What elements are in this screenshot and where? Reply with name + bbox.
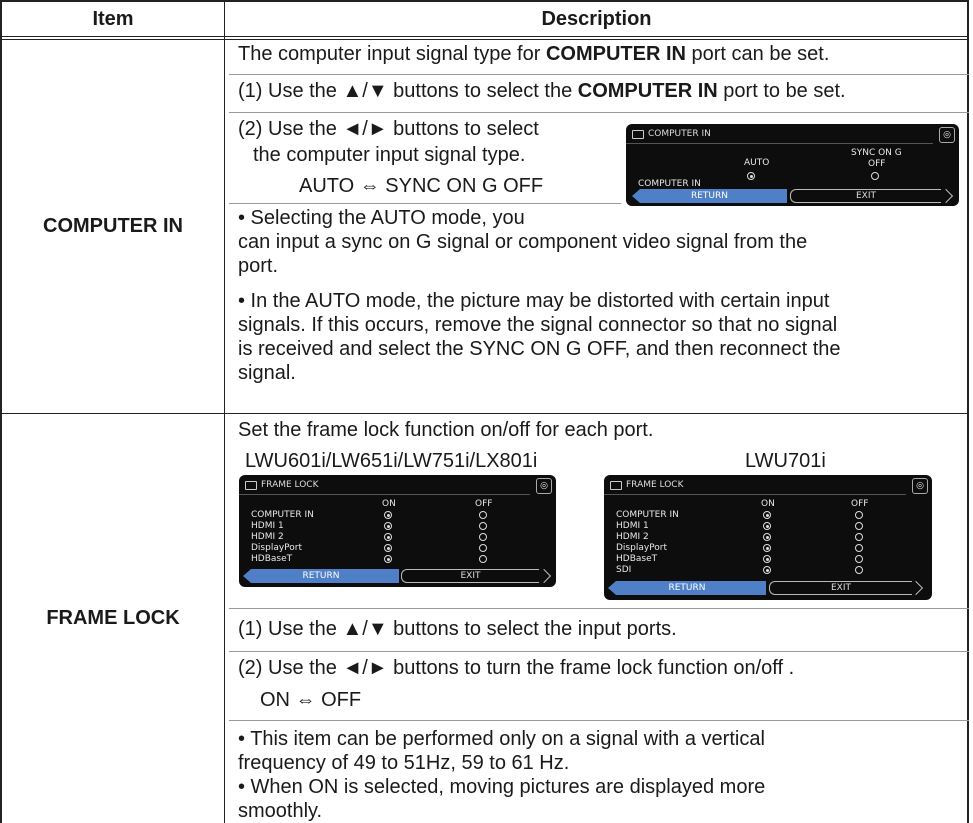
osd-port-label: HDBaseT bbox=[251, 554, 293, 564]
exit-arrow-icon bbox=[938, 188, 954, 204]
radio-off[interactable] bbox=[855, 511, 863, 519]
radio-off[interactable] bbox=[479, 555, 487, 563]
osd-col-auto: AUTO bbox=[744, 158, 770, 168]
osd-port-label: HDBaseT bbox=[616, 554, 658, 564]
frame-lock-step-2: (2) Use the ◄/► buttons to turn the fram… bbox=[238, 657, 795, 679]
monitor-icon bbox=[632, 129, 644, 139]
osd-col-off: OFF bbox=[851, 499, 869, 509]
radio-on[interactable] bbox=[763, 555, 771, 563]
exit-button[interactable]: EXIT bbox=[401, 569, 539, 583]
computer-in-note-2-line-1: • In the AUTO mode, the picture may be d… bbox=[238, 290, 830, 312]
separator bbox=[229, 112, 969, 113]
frame-lock-note-1-line-2: frequency of 49 to 51Hz, 59 to 61 Hz. bbox=[238, 752, 570, 774]
model-left-label: LWU601i/LW651i/LW751i/LX801i bbox=[245, 450, 538, 472]
radio-off[interactable] bbox=[855, 533, 863, 541]
computer-in-note-1-line-3: port. bbox=[238, 255, 279, 277]
radio-off[interactable] bbox=[855, 522, 863, 530]
computer-in-note-2-line-3: is received and select the SYNC ON G OFF… bbox=[238, 338, 841, 360]
osd-menu-icon: ◎ bbox=[912, 478, 928, 494]
computer-in-options: AUTO ⇔ SYNC ON G OFF bbox=[299, 175, 544, 197]
osd-col-on: ON bbox=[761, 499, 775, 509]
separator bbox=[229, 608, 969, 609]
exit-arrow-icon bbox=[536, 568, 552, 584]
osd-title: COMPUTER IN bbox=[648, 129, 711, 139]
radio-on[interactable] bbox=[763, 566, 771, 574]
frame-lock-step-1: (1) Use the ▲/▼ buttons to select the in… bbox=[238, 618, 677, 640]
radio-on[interactable] bbox=[384, 544, 392, 552]
osd-col-on: ON bbox=[382, 499, 396, 509]
osd-port-label: SDI bbox=[616, 565, 632, 575]
monitor-icon bbox=[610, 480, 622, 490]
radio-on[interactable] bbox=[384, 511, 392, 519]
radio-on[interactable] bbox=[384, 533, 392, 541]
manual-page: Item Description COMPUTER IN FRAME LOCK … bbox=[0, 0, 973, 823]
frame-lock-intro: Set the frame lock function on/off for e… bbox=[238, 419, 654, 441]
osd-col-off: OFF bbox=[475, 499, 493, 509]
osd-title: FRAME LOCK bbox=[626, 480, 684, 490]
osd-port-label: HDMI 2 bbox=[616, 532, 649, 542]
computer-in-note-1-line-1: • Selecting the AUTO mode, you bbox=[238, 207, 525, 229]
radio-off[interactable] bbox=[479, 544, 487, 552]
computer-in-intro: The computer input signal type for COMPU… bbox=[238, 43, 830, 65]
osd-frame-lock-right: FRAME LOCK ◎ ON OFF COMPUTER IN HDMI 1 H… bbox=[604, 475, 932, 600]
header-item: Item bbox=[92, 7, 134, 30]
computer-in-note-2-line-4: signal. bbox=[238, 362, 296, 384]
radio-off[interactable] bbox=[479, 511, 487, 519]
osd-port-label: DisplayPort bbox=[616, 543, 668, 553]
osd-col-sync-line-1: SYNC ON G bbox=[851, 148, 902, 158]
computer-in-step-2-line-1: (2) Use the ◄/► buttons to select bbox=[238, 118, 539, 140]
radio-off[interactable] bbox=[855, 566, 863, 574]
frame-lock-note-1-line-1: • This item can be performed only on a s… bbox=[238, 728, 765, 750]
frame-lock-options: ON ⇔ OFF bbox=[260, 689, 362, 711]
osd-computer-in: COMPUTER IN ◎ AUTO SYNC ON G OFF COMPUTE… bbox=[626, 124, 959, 206]
radio-auto[interactable] bbox=[747, 172, 755, 180]
osd-port-label: DisplayPort bbox=[251, 543, 303, 553]
frame-lock-note-2-line-2: smoothly. bbox=[238, 800, 323, 822]
radio-on[interactable] bbox=[384, 555, 392, 563]
radio-on[interactable] bbox=[763, 544, 771, 552]
osd-frame-lock-left: FRAME LOCK ◎ ON OFF COMPUTER IN HDMI 1 H… bbox=[239, 475, 556, 587]
radio-on[interactable] bbox=[763, 511, 771, 519]
radio-off[interactable] bbox=[855, 555, 863, 563]
item-computer-in: COMPUTER IN bbox=[43, 215, 183, 237]
item-frame-lock: FRAME LOCK bbox=[46, 607, 180, 629]
radio-on[interactable] bbox=[384, 522, 392, 530]
osd-port-label: HDMI 2 bbox=[251, 532, 284, 542]
osd-menu-icon: ◎ bbox=[536, 478, 552, 494]
monitor-icon bbox=[245, 480, 257, 490]
radio-on[interactable] bbox=[763, 533, 771, 541]
osd-col-sync-line-2: OFF bbox=[868, 159, 886, 169]
return-button[interactable]: RETURN bbox=[632, 189, 787, 203]
computer-in-note-1-line-2: can input a sync on G signal or componen… bbox=[238, 231, 808, 253]
header-rule-1 bbox=[2, 36, 967, 37]
computer-in-note-2-line-2: signals. If this occurs, remove the sign… bbox=[238, 314, 838, 336]
osd-menu-icon: ◎ bbox=[939, 127, 955, 143]
computer-in-step-2-line-2: the computer input signal type. bbox=[253, 144, 526, 166]
osd-port-label: COMPUTER IN bbox=[251, 510, 314, 520]
osd-row-computer-in: COMPUTER IN bbox=[638, 179, 701, 189]
separator bbox=[229, 203, 621, 204]
radio-off[interactable] bbox=[479, 522, 487, 530]
exit-button[interactable]: EXIT bbox=[790, 189, 941, 203]
model-right-label: LWU701i bbox=[745, 450, 826, 472]
exit-button[interactable]: EXIT bbox=[769, 581, 912, 595]
radio-off[interactable] bbox=[855, 544, 863, 552]
return-button[interactable]: RETURN bbox=[243, 569, 399, 583]
header-description: Description bbox=[541, 7, 652, 30]
radio-sync-on-g-off[interactable] bbox=[871, 172, 879, 180]
frame-lock-note-2-line-1: • When ON is selected, moving pictures a… bbox=[238, 776, 766, 798]
separator bbox=[229, 74, 969, 75]
separator bbox=[229, 651, 969, 652]
osd-title: FRAME LOCK bbox=[261, 480, 319, 490]
return-button[interactable]: RETURN bbox=[608, 581, 766, 595]
osd-port-label: HDMI 1 bbox=[616, 521, 649, 531]
radio-on[interactable] bbox=[763, 522, 771, 530]
radio-off[interactable] bbox=[479, 533, 487, 541]
osd-port-label: HDMI 1 bbox=[251, 521, 284, 531]
osd-port-label: COMPUTER IN bbox=[616, 510, 679, 520]
separator bbox=[229, 720, 969, 721]
computer-in-step-1: (1) Use the ▲/▼ buttons to select the CO… bbox=[238, 80, 846, 102]
